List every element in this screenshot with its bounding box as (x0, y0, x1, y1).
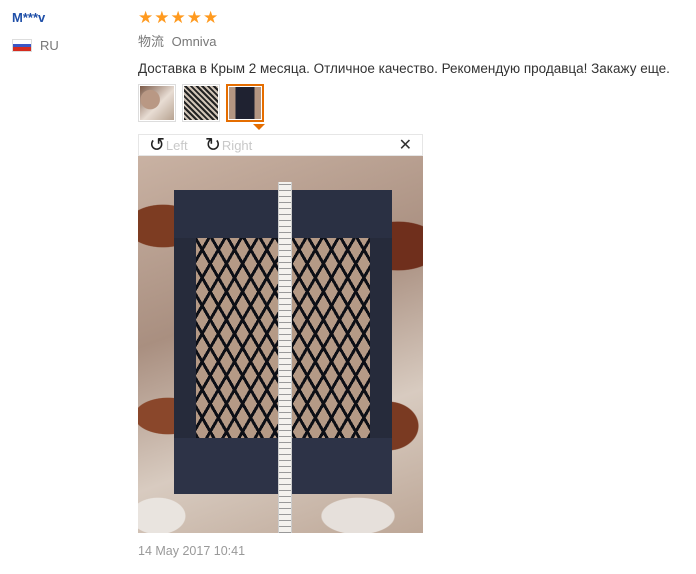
viewer-toolbar: ↺ Left ↻ Right ✕ (138, 134, 423, 156)
photo-thumb-3[interactable] (226, 84, 264, 122)
rotate-left-label: Left (165, 138, 188, 153)
rotate-right-icon: ↻ (205, 135, 221, 156)
logistics-label: 物流 (138, 34, 165, 49)
close-icon[interactable]: ✕ (399, 136, 412, 155)
photo-viewer: ↺ Left ↻ Right ✕ (138, 134, 423, 533)
logistics-info: 物流 Omniva (138, 34, 688, 50)
review-photo[interactable] (138, 156, 423, 533)
reviewer-country: RU (12, 38, 122, 53)
logistics-value: Omniva (171, 34, 217, 49)
country-code: RU (40, 38, 59, 53)
star-icon: ★ (170, 8, 186, 27)
rotate-right-button[interactable]: ↻ Right (205, 136, 252, 155)
photo-thumb-2[interactable] (182, 84, 220, 122)
reviewer-name[interactable]: M***v (12, 10, 122, 26)
russia-flag-icon (12, 39, 32, 52)
photo-thumb-1[interactable] (138, 84, 176, 122)
measuring-tape (278, 182, 292, 533)
photo-thumbnails (138, 84, 264, 122)
rotate-left-button[interactable]: ↺ Left (149, 136, 188, 155)
star-icon: ★ (138, 8, 154, 27)
star-rating: ★ ★ ★ ★ ★ (138, 8, 688, 28)
rotate-left-icon: ↺ (149, 135, 165, 156)
reviewer-info: M***v RU (12, 10, 122, 53)
rotate-right-label: Right (221, 138, 253, 153)
star-icon: ★ (154, 8, 170, 27)
active-thumb-pointer (253, 124, 265, 130)
star-icon: ★ (203, 8, 219, 27)
review-text: Доставка в Крым 2 месяца. Отличное качес… (138, 61, 670, 76)
star-icon: ★ (186, 8, 202, 27)
review-date: 14 May 2017 10:41 (138, 544, 246, 558)
review-content: ★ ★ ★ ★ ★ 物流 Omniva Доставка в Крым 2 ме… (138, 8, 688, 558)
